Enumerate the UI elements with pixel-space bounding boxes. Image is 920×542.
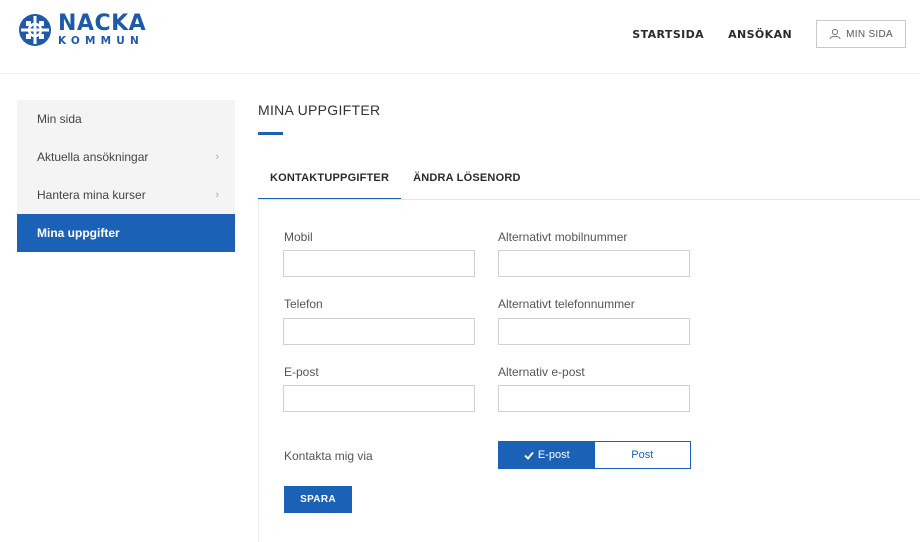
tab-andra-losenord[interactable]: ÄNDRA LÖSENORD	[401, 162, 533, 200]
min-sida-label: MIN SIDA	[846, 28, 893, 40]
alt-epost-input[interactable]	[498, 385, 690, 412]
save-button[interactable]: SPARA	[284, 486, 352, 513]
chevron-right-icon: ›	[215, 151, 219, 163]
logo[interactable]: NACKA KOMMUN	[18, 13, 146, 47]
alt-mobil-input[interactable]	[498, 250, 690, 277]
mobil-label: Mobil	[284, 230, 313, 244]
header-divider	[0, 73, 920, 74]
epost-input[interactable]	[283, 385, 475, 412]
contact-via-epost-option[interactable]: E-post	[499, 442, 595, 468]
header: NACKA KOMMUN STARTSIDA ANSÖKAN MIN SIDA	[0, 0, 920, 72]
tab-bar: KONTAKTUPPGIFTER ÄNDRA LÖSENORD	[258, 162, 533, 200]
top-navigation: STARTSIDA ANSÖKAN MIN SIDA	[632, 20, 906, 48]
title-accent-bar	[258, 132, 283, 135]
contact-via-post-option[interactable]: Post	[595, 442, 691, 468]
sidebar-item-label: Min sida	[37, 112, 82, 126]
contact-via-label: Kontakta mig via	[284, 449, 373, 463]
check-icon	[524, 451, 534, 460]
sidebar-item-label: Mina uppgifter	[37, 226, 120, 240]
min-sida-button[interactable]: MIN SIDA	[816, 20, 906, 48]
nav-startsida-link[interactable]: STARTSIDA	[632, 28, 704, 41]
nacka-logo-icon	[19, 14, 51, 46]
page-title: MINA UPPGIFTER	[258, 102, 381, 118]
alt-epost-label: Alternativ e-post	[498, 365, 585, 379]
sidebar-item-mina-uppgifter[interactable]: Mina uppgifter	[17, 214, 235, 252]
sidebar-item-min-sida[interactable]: Min sida	[17, 100, 235, 138]
sidebar: Min sida Aktuella ansökningar › Hantera …	[17, 100, 235, 252]
nav-ansokan-link[interactable]: ANSÖKAN	[728, 28, 792, 41]
epost-label: E-post	[284, 365, 319, 379]
chevron-right-icon: ›	[215, 189, 219, 201]
user-icon	[829, 28, 841, 40]
alt-telefon-input[interactable]	[498, 318, 690, 345]
option-label: Post	[631, 449, 654, 461]
tabs-divider	[258, 199, 920, 200]
tab-kontaktuppgifter[interactable]: KONTAKTUPPGIFTER	[258, 162, 402, 200]
alt-mobil-label: Alternativt mobilnummer	[498, 230, 628, 244]
content-border	[258, 200, 259, 542]
option-label: E-post	[537, 449, 570, 461]
contact-via-toggle: E-post Post	[498, 441, 691, 469]
alt-telefon-label: Alternativt telefonnummer	[498, 297, 635, 311]
sidebar-item-hantera-mina-kurser[interactable]: Hantera mina kurser ›	[17, 176, 235, 214]
telefon-label: Telefon	[284, 297, 323, 311]
brand-sub: KOMMUN	[58, 35, 145, 48]
brand-name: NACKA	[58, 11, 147, 37]
sidebar-item-label: Aktuella ansökningar	[37, 150, 149, 164]
mobil-input[interactable]	[283, 250, 475, 277]
sidebar-item-aktuella-ansokningar[interactable]: Aktuella ansökningar ›	[17, 138, 235, 176]
sidebar-item-label: Hantera mina kurser	[37, 188, 146, 202]
telefon-input[interactable]	[283, 318, 475, 345]
